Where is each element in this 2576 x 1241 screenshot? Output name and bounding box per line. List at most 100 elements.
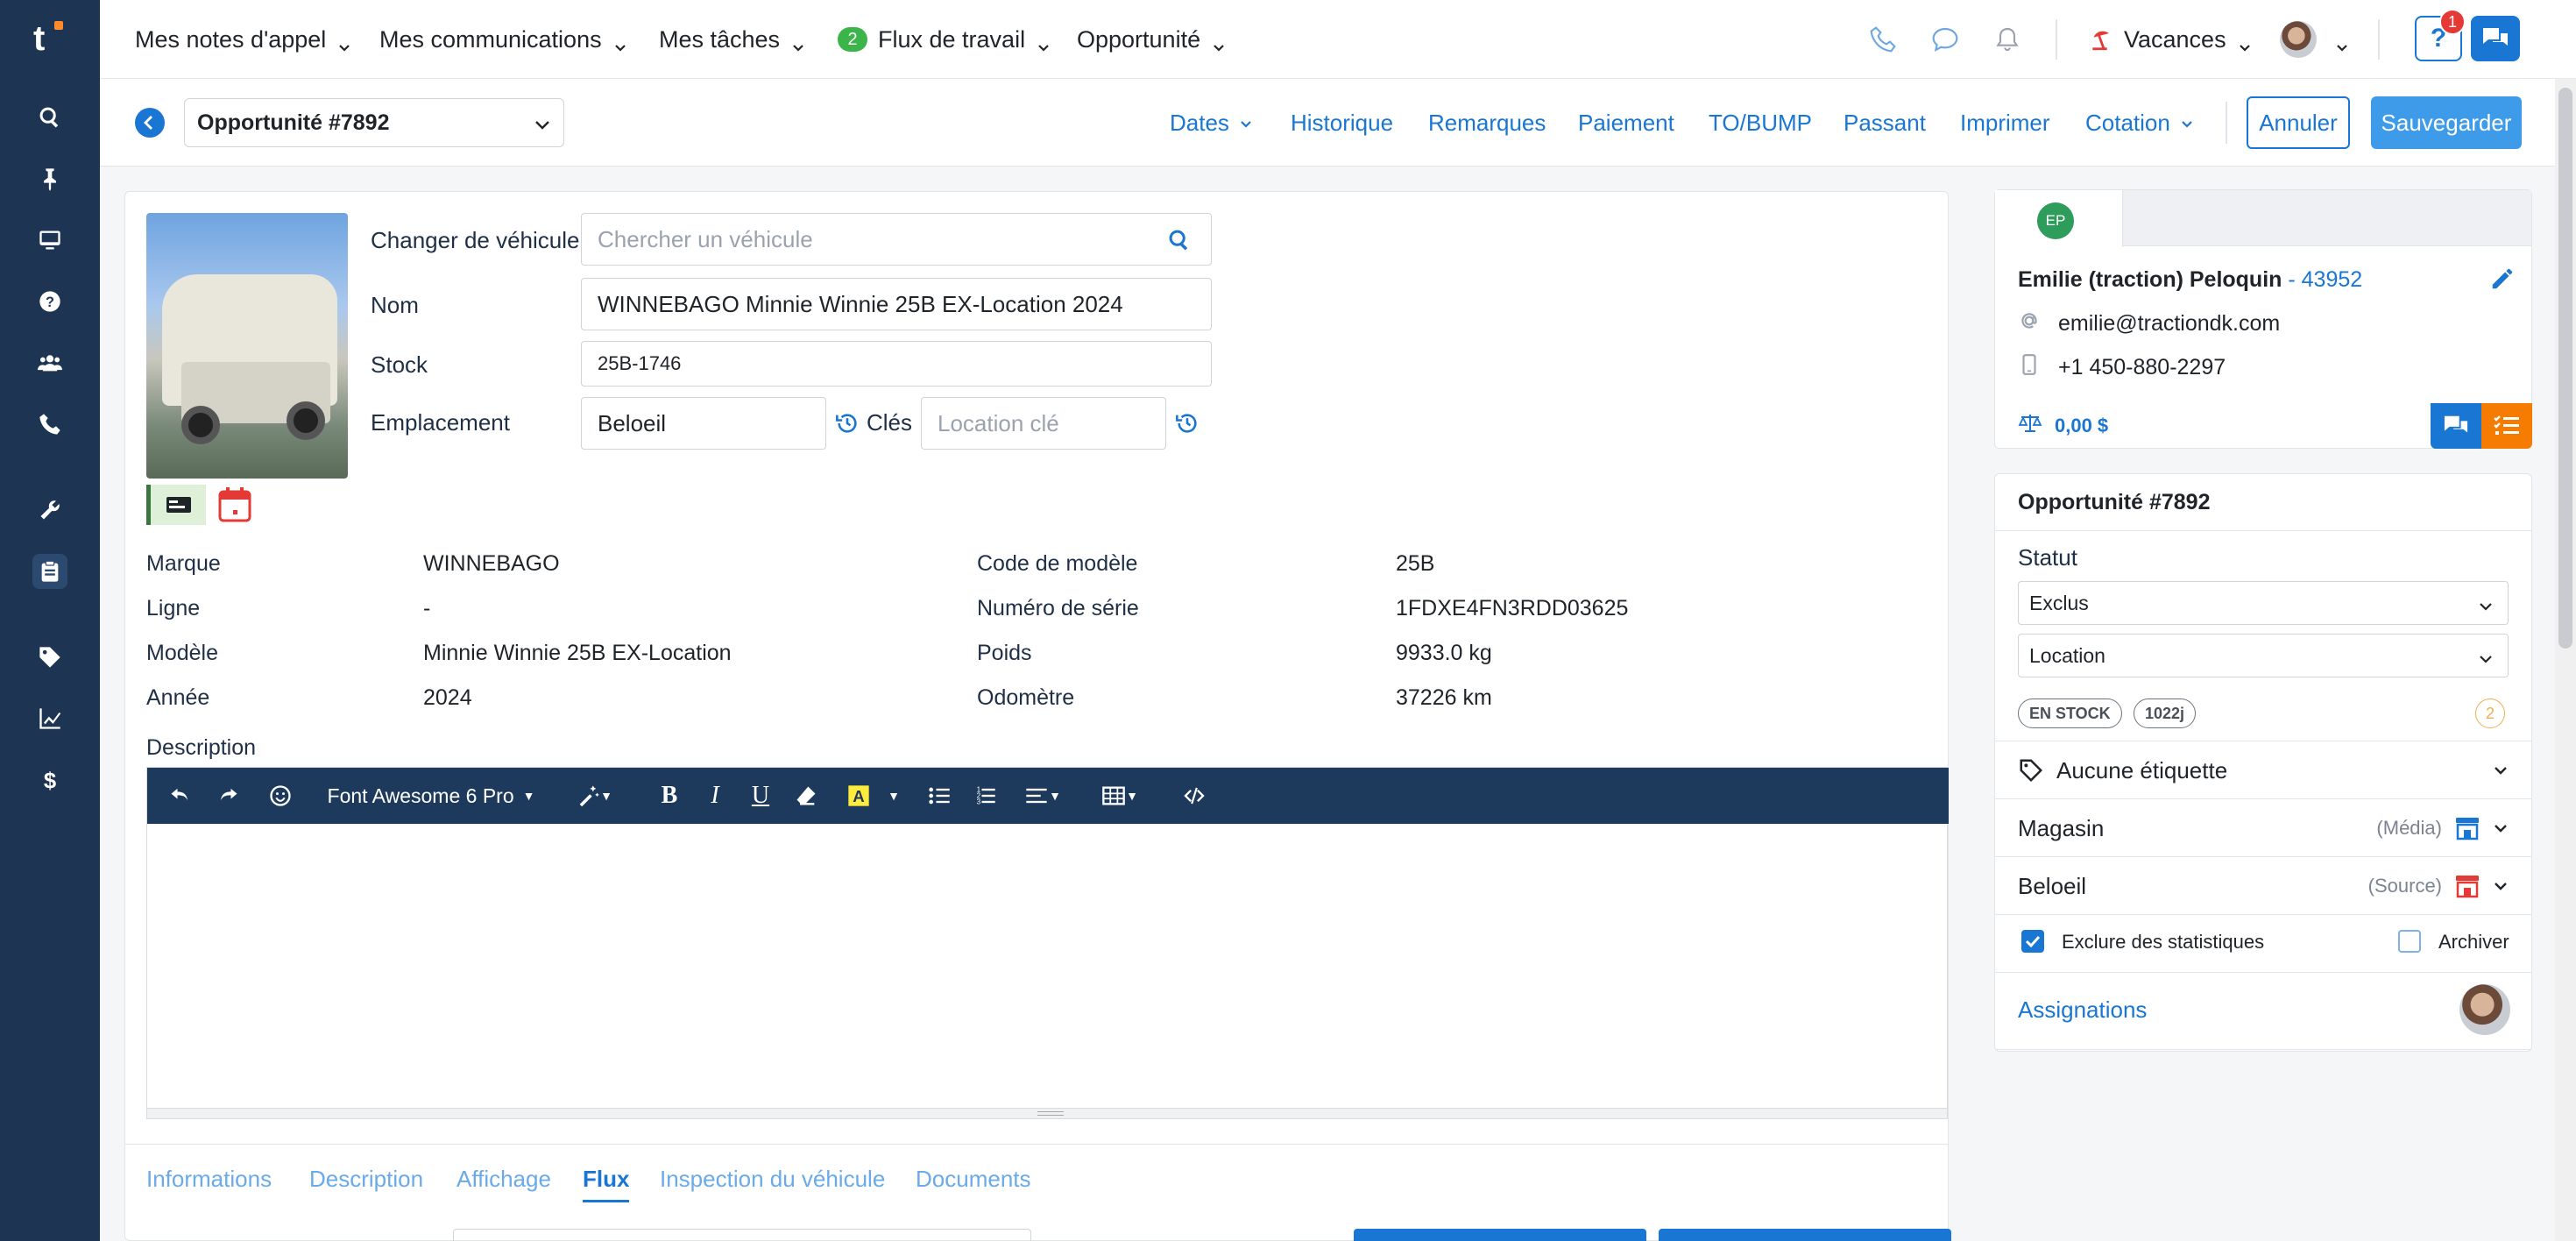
flux-action-button[interactable] [1354,1229,1646,1241]
menu-label: Flux de travail [878,25,1026,53]
contact-tab-active[interactable]: EP [1995,190,2123,247]
tab-dates[interactable]: Dates [1170,79,1252,167]
tab-historique[interactable]: Historique [1291,79,1393,167]
help-circle-icon[interactable]: ? [32,284,67,319]
contact-tasks-button[interactable] [2481,403,2532,449]
menu-opportunite[interactable]: Opportunité [1077,0,1225,79]
stock-input[interactable]: 25B-1746 [581,341,1212,386]
source-row[interactable]: Beloeil (Source) [2018,858,2509,914]
tab-imprimer[interactable]: Imprimer [1960,79,2050,167]
pin-icon[interactable] [32,161,67,196]
phone-icon[interactable] [32,407,67,442]
highlight-icon[interactable]: A [841,768,876,824]
table-icon[interactable]: ▼ [1095,768,1144,824]
scrollbar-thumb[interactable] [2558,88,2572,649]
redo-icon[interactable] [210,768,245,824]
caret-down-icon[interactable]: ▼ [883,768,904,824]
chart-line-icon[interactable] [32,701,67,736]
app-logo[interactable]: t [33,19,67,58]
vehicle-photo[interactable] [146,213,348,479]
page-scrollbar[interactable] [2555,79,2576,1241]
tag-icon[interactable] [32,640,67,675]
spec-label: Numéro de série [977,596,1139,620]
flux-input[interactable] [453,1229,1031,1241]
search-icon[interactable] [32,100,67,135]
eraser-icon[interactable] [789,768,824,824]
unordered-list-icon[interactable] [922,768,957,824]
bell-icon[interactable] [1991,23,2024,56]
spec-value: - [423,596,431,620]
chat-bubble-icon[interactable] [1928,23,1962,56]
ordered-list-icon[interactable]: 123 [967,768,1002,824]
tab-informations[interactable]: Informations [146,1166,272,1193]
cancel-button[interactable]: Annuler [2247,96,2350,149]
font-family-select[interactable]: Font Awesome 6 Pro ▼ [326,768,536,824]
vehicle-search-input[interactable]: Chercher un véhicule [581,213,1212,266]
id-card-icon[interactable] [146,485,206,525]
desktop-icon[interactable] [32,223,67,258]
editor-content-area[interactable] [147,824,1947,1108]
tag-outline-icon [2018,757,2044,784]
pencil-icon[interactable] [2489,266,2516,292]
wrench-icon[interactable] [32,493,67,528]
tab-description[interactable]: Description [309,1166,423,1193]
italic-button[interactable]: I [697,768,732,824]
assignations-link[interactable]: Assignations [2018,996,2147,1024]
menu-notes-appel[interactable]: Mes notes d'appel [135,0,350,79]
contact-email-row[interactable]: emilie@tractiondk.com [2018,309,2280,338]
emoji-icon[interactable] [263,768,298,824]
bold-button[interactable]: B [652,768,687,824]
tab-affichage[interactable]: Affichage [456,1166,551,1193]
contact-name[interactable]: Emilie (traction) Peloquin - 43952 [2018,267,2362,293]
tab-paiement[interactable]: Paiement [1578,79,1674,167]
search-icon[interactable] [1167,228,1192,252]
tab-remarques[interactable]: Remarques [1428,79,1546,167]
phone-icon[interactable] [1866,23,1900,56]
emplacement-input[interactable]: Beloeil [581,397,826,450]
menu-vacances[interactable]: Vacances [2091,0,2251,79]
code-view-icon[interactable] [1172,768,1216,824]
clipboard-icon[interactable] [32,554,67,589]
save-button[interactable]: Sauvegarder [2371,96,2522,149]
contact-balance[interactable]: 0,00 $ [2018,413,2108,439]
calendar-icon[interactable] [215,485,255,525]
menu-taches[interactable]: Mes tâches [659,0,804,79]
underline-button[interactable]: U [743,768,778,824]
flux-action-button[interactable] [1659,1229,1951,1241]
messages-button[interactable] [2471,16,2520,61]
tags-dropdown[interactable]: Aucune étiquette [2018,742,2509,798]
users-icon[interactable] [32,345,67,380]
dollar-icon[interactable]: $ [32,762,67,798]
undo-icon[interactable] [163,768,198,824]
magasin-row[interactable]: Magasin (Média) [2018,800,2509,856]
archive-checkbox[interactable] [2398,930,2421,953]
editor-resize-handle[interactable] [147,1108,1947,1118]
tab-inspection-vehicule[interactable]: Inspection du véhicule [660,1166,885,1193]
tab-passant[interactable]: Passant [1844,79,1926,167]
back-button[interactable] [135,108,165,138]
tab-cotation[interactable]: Cotation [2085,79,2193,167]
menu-communications[interactable]: Mes communications [379,0,626,79]
cles-input[interactable]: Location clé [921,397,1166,450]
change-vehicle-label: Changer de véhicule [371,227,580,253]
align-icon[interactable]: ▼ [1018,768,1067,824]
messages-icon [2483,28,2508,46]
menu-flux-travail[interactable]: 2 Flux de travail [838,0,1050,79]
assignee-avatar[interactable] [2459,984,2510,1035]
history-icon[interactable] [1175,411,1200,436]
user-menu-toggle[interactable] [2324,0,2348,79]
magic-wand-icon[interactable]: ▼ [568,768,620,824]
opportunity-select[interactable]: Opportunité #7892 [184,98,564,147]
user-avatar[interactable] [2280,21,2317,58]
chevron-down-icon [338,33,350,52]
nom-input[interactable]: WINNEBAGO Minnie Winnie 25B EX-Location … [581,278,1212,330]
exclude-stats-checkbox[interactable] [2021,930,2044,953]
contact-phone-row[interactable]: +1 450-880-2297 [2018,353,2226,382]
history-icon[interactable] [835,411,860,436]
tab-flux[interactable]: Flux [583,1166,630,1202]
contact-messages-button[interactable] [2431,403,2481,449]
tab-documents[interactable]: Documents [916,1166,1031,1193]
statut-select[interactable]: Exclus [2018,581,2509,625]
type-select[interactable]: Location [2018,634,2509,677]
tab-to-bump[interactable]: TO/BUMP [1709,79,1812,167]
